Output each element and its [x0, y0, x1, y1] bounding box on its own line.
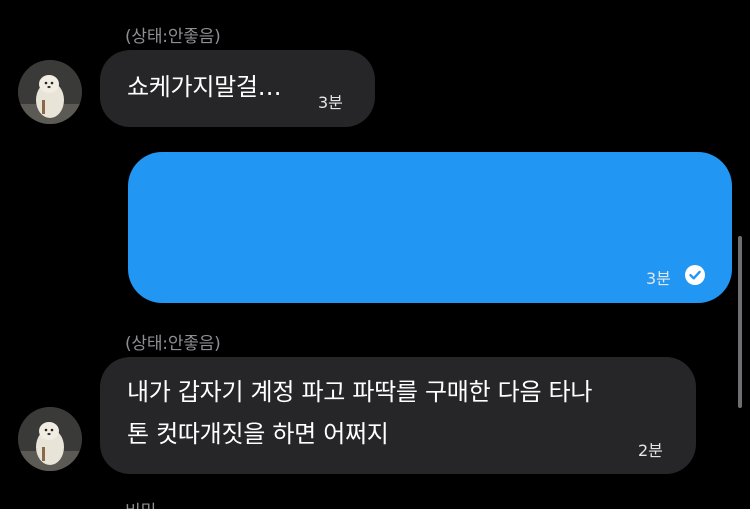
sender-name: (상태:안좋음) — [125, 334, 221, 354]
dog-avatar-icon — [18, 407, 82, 471]
avatar[interactable] — [18, 407, 82, 471]
message-time: 2분 — [638, 441, 663, 460]
incoming-message-bubble[interactable]: 쇼케가지말걸… 3분 — [100, 50, 375, 127]
message-text: 쇼케가지말걸… — [127, 73, 282, 101]
avatar[interactable] — [18, 60, 82, 124]
message-text-line-2: 톤 컷따개짓을 하면 어쩌지 — [127, 420, 389, 448]
outgoing-message-bubble[interactable]: 3분 — [128, 152, 732, 303]
message-time: 3분 — [646, 269, 671, 288]
sender-name: (상태:안좋음) — [125, 27, 221, 47]
next-sender-name: 비밀 — [125, 497, 156, 509]
message-time: 3분 — [318, 93, 343, 112]
chat-thread: (상태:안좋음) 쇼케가지말걸… 3분 3분 (상태:안좋음) 내가 갑자기 계… — [0, 0, 750, 509]
message-text-line-1: 내가 갑자기 계정 파고 파딱를 구매한 다음 타나 — [127, 378, 593, 406]
scrollbar[interactable] — [738, 236, 742, 408]
read-check-icon — [685, 265, 705, 285]
dog-avatar-icon — [18, 60, 82, 124]
incoming-message-bubble[interactable]: 내가 갑자기 계정 파고 파딱를 구매한 다음 타나 톤 컷따개짓을 하면 어쩌… — [100, 357, 696, 474]
